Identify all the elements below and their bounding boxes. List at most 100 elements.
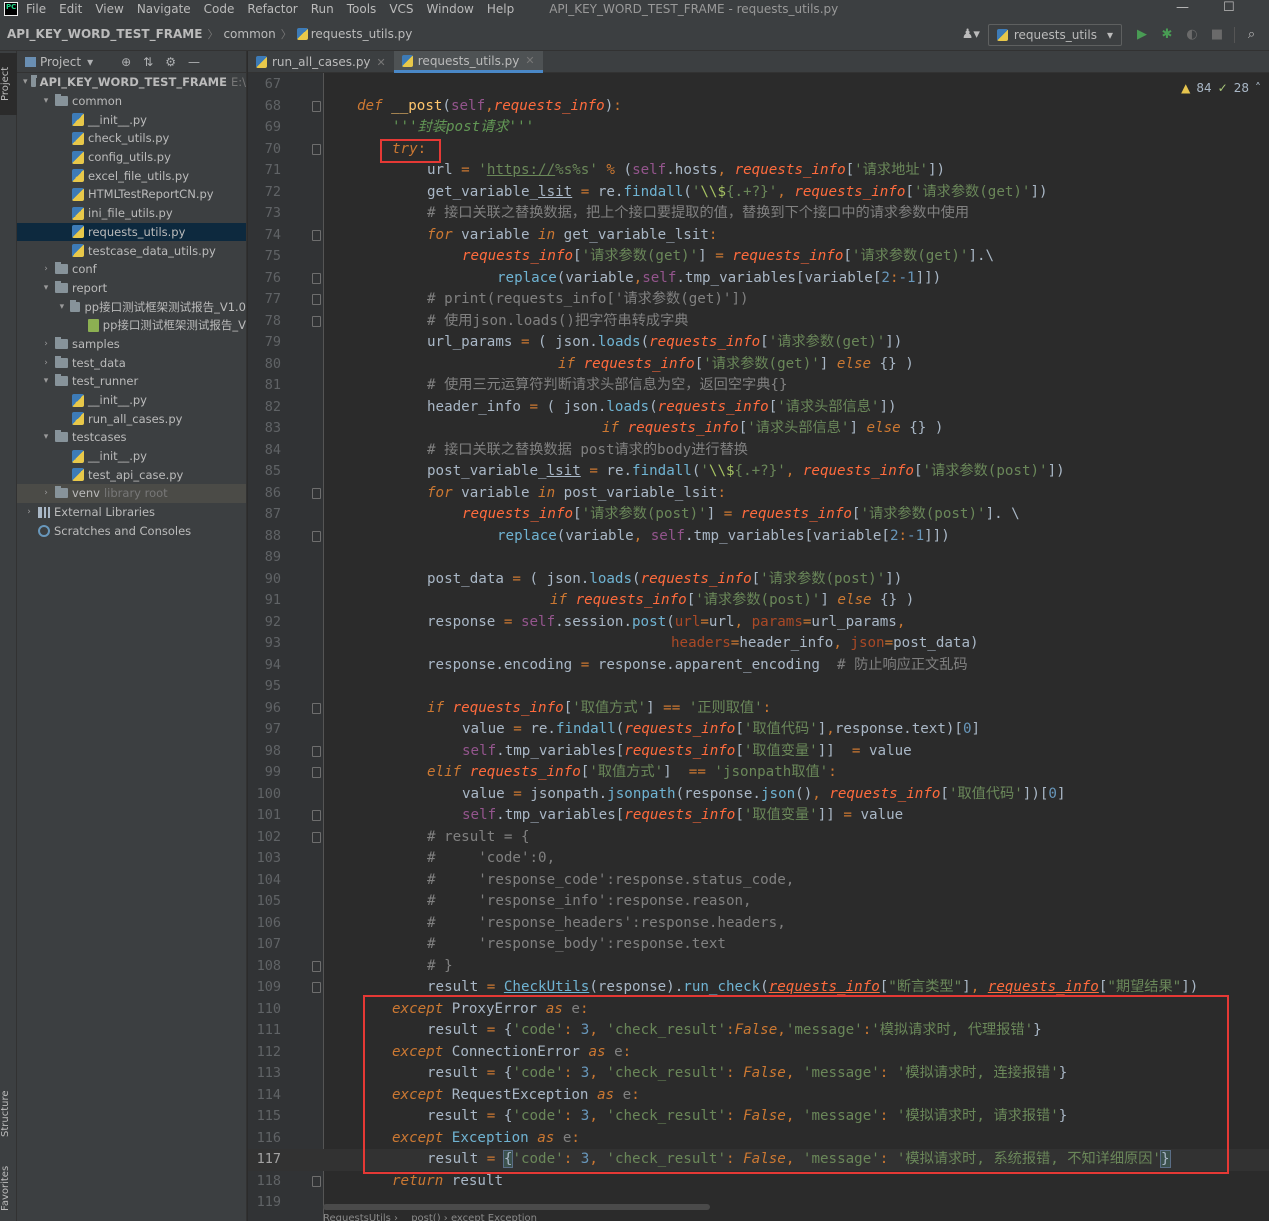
menu-code[interactable]: Code [204,2,235,16]
fold-marker-icon[interactable] [312,1175,321,1187]
chevron-right-icon[interactable]: › [23,507,35,517]
code-line[interactable]: 110 except ProxyError as e: [248,999,1269,1021]
tree-item[interactable]: Scratches and Consoles [17,522,246,541]
tree-item[interactable]: __init__.py [17,110,246,129]
tree-item[interactable]: › samples [17,335,246,354]
code-line[interactable]: 93 headers=header_info, json=post_data) [248,633,1269,655]
chevron-right-icon[interactable]: › [40,358,52,368]
menu-edit[interactable]: Edit [59,2,82,16]
favorites-tool-tab[interactable]: Favorites [0,1157,17,1219]
code-line[interactable]: 78 # 使用json.loads()把字符串转成字典 [248,311,1269,333]
tree-item[interactable]: test_api_case.py [17,465,246,484]
fold-marker-icon[interactable] [312,982,321,993]
play-icon[interactable]: ▶ [1134,27,1150,43]
fold-marker-icon[interactable] [312,272,321,284]
run-configuration-select[interactable]: requests_utils ▾ [987,23,1122,46]
tab-requests-utils[interactable]: requests_utils.py ✕ [393,51,543,73]
breadcrumb-folder[interactable]: common [223,27,275,41]
code-line[interactable]: 111 result = {'code': 3, 'check_result':F… [248,1020,1269,1042]
search-icon[interactable]: ⌕ [1234,26,1260,43]
tree-item[interactable]: ▾ API_KEY_WORD_TEST_FRAME E:\ [17,73,246,92]
tree-item[interactable]: ini_file_utils.py [17,204,246,223]
close-icon[interactable]: ✕ [525,54,534,67]
code-line[interactable]: 99 elif requests_info['取值方式'] == 'jsonpat… [248,762,1269,784]
tree-item[interactable]: › External Libraries [17,503,246,522]
maximize-button[interactable]: ☐ [1223,0,1235,15]
fold-marker-icon[interactable] [312,530,321,542]
code-line[interactable]: 103 # 'code':0, [248,848,1269,870]
chevron-down-icon[interactable]: ▾ [87,55,93,69]
code-line[interactable]: 68 def __post(self,requests_info): [248,96,1269,118]
fold-marker-icon[interactable] [312,487,321,499]
chevron-right-icon[interactable]: › [40,264,52,274]
tree-item[interactable]: __init__.py [17,391,246,410]
code-line[interactable]: 79 url_params = ( json.loads(requests_inf… [248,332,1269,354]
editor-breadcrumb[interactable]: RequestsUtils › __post() › except Except… [323,1213,537,1221]
code-line[interactable]: 67 [248,74,1269,96]
tree-item[interactable]: ▾ test_runner [17,372,246,391]
code-line[interactable]: 87 requests_info['请求参数(post)'] = requests… [248,504,1269,526]
menu-run[interactable]: Run [311,2,334,16]
chevron-right-icon[interactable]: › [40,488,52,498]
code-line[interactable]: 108 # } [248,956,1269,978]
tree-item[interactable]: ▾ testcases [17,428,246,447]
menu-tools[interactable]: Tools [347,2,377,16]
code-line[interactable]: 84 # 接口关联之替换数据 post请求的body进行替换 [248,440,1269,462]
fold-marker-icon[interactable] [312,745,321,757]
menu-vcs[interactable]: VCS [389,2,413,16]
code-line[interactable]: 86 for variable in post_variable_lsit: [248,483,1269,505]
close-icon[interactable]: ✕ [377,56,386,69]
code-line[interactable]: 104 # 'response_code':response.status_cod… [248,870,1269,892]
fold-marker-icon[interactable] [312,229,321,241]
code-line[interactable]: 118 return result [248,1171,1269,1193]
collapse-all-icon[interactable]: ⇅ [143,55,153,69]
code-line[interactable]: 96 if requests_info['取值方式'] == '正则取值': [248,698,1269,720]
tree-item[interactable]: check_utils.py [17,129,246,148]
fold-marker-icon[interactable] [312,294,321,305]
tree-item[interactable]: excel_file_utils.py [17,166,246,185]
chevron-down-icon[interactable]: ▾ [40,283,52,293]
code-line[interactable]: 75 requests_info['请求参数(get)'] = requests_… [248,246,1269,268]
menu-file[interactable]: File [26,2,46,16]
tree-item[interactable]: › conf [17,260,246,279]
tree-item[interactable]: run_all_cases.py [17,409,246,428]
code-line[interactable]: 107 # 'response_body':response.text [248,934,1269,956]
code-line[interactable]: 112 except ConnectionError as e: [248,1042,1269,1064]
code-line[interactable]: 113 result = {'code': 3, 'check_result': … [248,1063,1269,1085]
code-line[interactable]: 69 '''封装post请求''' [248,117,1269,139]
fold-marker-icon[interactable] [312,810,321,821]
code-line[interactable]: 91 if requests_info['请求参数(post)'] else {}… [248,590,1269,612]
code-line[interactable]: 92 response = self.session.post(url=url, … [248,612,1269,634]
tree-item[interactable]: requests_utils.py [17,222,246,242]
code-line[interactable]: 98 self.tmp_variables[requests_info['取值变量… [248,741,1269,763]
menu-view[interactable]: View [95,2,123,16]
menu-navigate[interactable]: Navigate [137,2,191,16]
code-line[interactable]: 115 result = {'code': 3, 'check_result': … [248,1106,1269,1128]
minimize-button[interactable]: — [1176,0,1189,15]
code-line[interactable]: 74 for variable in get_variable_lsit: [248,225,1269,247]
fold-marker-icon[interactable] [312,960,321,972]
code-line[interactable]: 72 get_variable_lsit = re.findall('\\${.+… [248,182,1269,204]
code-line[interactable]: 71 url = 'https://%s%s' % (self.hosts, re… [248,160,1269,182]
fold-marker-icon[interactable] [312,767,321,778]
coverage-icon[interactable]: ◐ [1184,27,1200,43]
code-line[interactable]: 94 response.encoding = response.apparent_… [248,655,1269,677]
gear-icon[interactable]: ⚙ [165,55,176,69]
structure-tool-tab[interactable]: Structure [0,1081,17,1147]
code-line[interactable]: 100 value = jsonpath.jsonpath(response.js… [248,784,1269,806]
hide-panel-icon[interactable]: — [188,55,200,69]
code-line[interactable]: 80 if requests_info['请求参数(get)'] else {} … [248,354,1269,376]
tree-item[interactable]: ▾ pp接口测试框架测试报告_V1.0 [17,297,246,316]
project-tool-tab[interactable]: Project [0,53,17,115]
menu-window[interactable]: Window [427,2,474,16]
breadcrumb-project[interactable]: API_KEY_WORD_TEST_FRAME [7,27,202,41]
tree-item[interactable]: HTMLTestReportCN.py [17,185,246,204]
chevron-up-icon[interactable]: ˄ [1255,81,1261,95]
tree-item[interactable]: ▾ report [17,279,246,298]
chevron-down-icon[interactable]: ▾ [23,77,28,87]
code-line[interactable]: 116 except Exception as e: [248,1128,1269,1150]
fold-marker-icon[interactable] [312,831,321,843]
code-line[interactable]: 90 post_data = ( json.loads(requests_info… [248,569,1269,591]
code-line[interactable]: 70 try: [248,139,1269,161]
fold-marker-icon[interactable] [312,702,321,714]
